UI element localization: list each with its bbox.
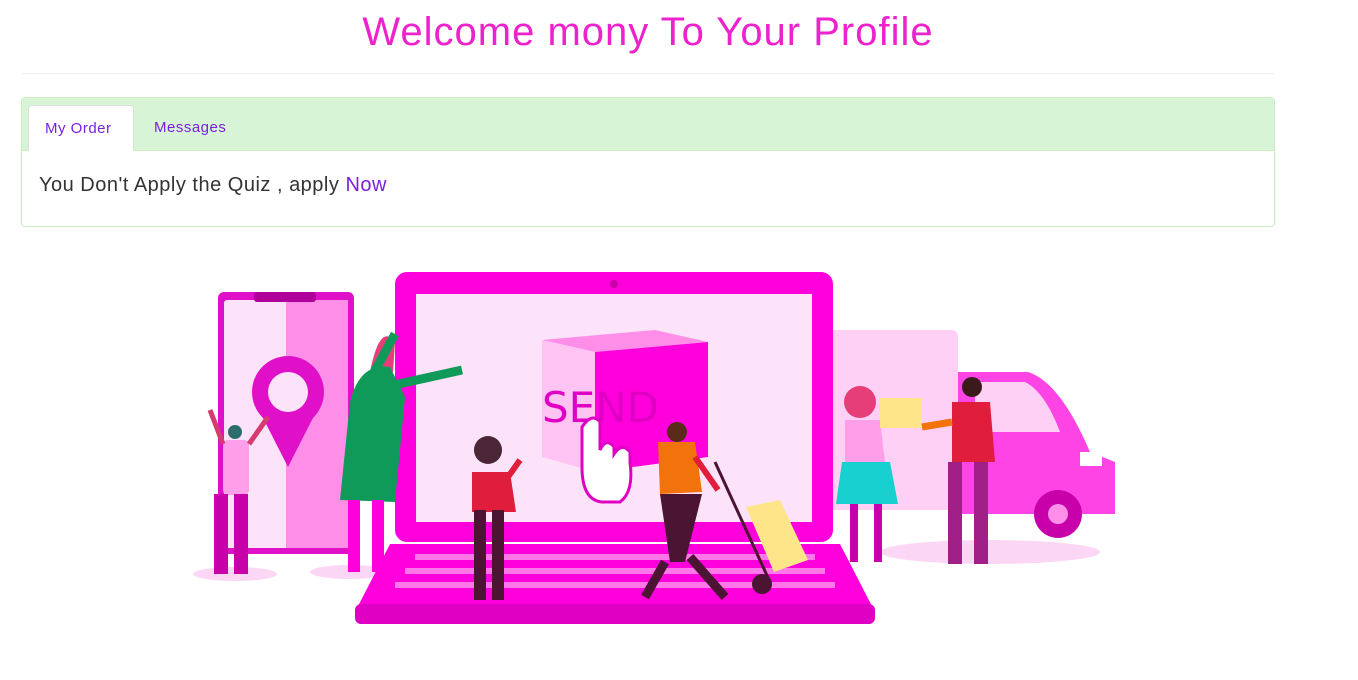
quiz-status-text: You Don't Apply the Quiz , apply — [39, 174, 346, 196]
delivery-illustration: SEND — [193, 272, 1115, 624]
divider — [21, 73, 1275, 74]
page-title: Welcome mony To Your Profile — [362, 10, 934, 54]
tab-messages[interactable]: Messages — [138, 105, 242, 150]
tab-bar: My Order Messages — [22, 98, 1274, 151]
tab-panel: My Order Messages You Don't Apply the Qu… — [21, 97, 1275, 227]
profile-page: Welcome mony To Your Profile My Order Me… — [0, 0, 1358, 680]
tab-my-order[interactable]: My Order — [28, 105, 134, 151]
quiz-status-message: You Don't Apply the Quiz , apply Now — [39, 174, 387, 197]
apply-now-link[interactable]: Now — [345, 174, 387, 196]
ground-shadow — [880, 540, 1100, 564]
